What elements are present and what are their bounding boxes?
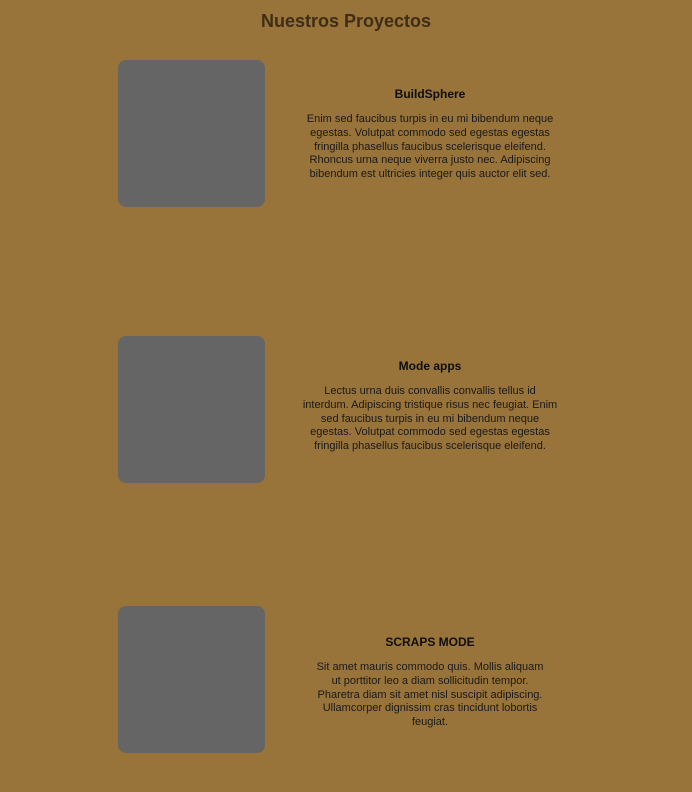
project-description: Enim sed faucibus turpis in eu mi bibend… xyxy=(306,113,554,181)
project-description: Lectus urna duis convallis convallis tel… xyxy=(302,385,558,453)
project-title: BuildSphere xyxy=(394,87,466,101)
project-info: Mode apps Lectus urna duis convallis con… xyxy=(302,359,558,454)
project-info: SCRAPS MODE Sit amet mauris commodo quis… xyxy=(314,635,546,730)
project-description: Sit amet mauris commodo quis. Mollis ali… xyxy=(316,661,544,729)
page-title: Nuestros Proyectos xyxy=(260,11,432,31)
project-image-placeholder xyxy=(118,606,265,753)
project-title: Mode apps xyxy=(398,359,462,373)
project-info: BuildSphere Enim sed faucibus turpis in … xyxy=(298,87,562,182)
project-card-scraps-mode: SCRAPS MODE Sit amet mauris commodo quis… xyxy=(118,606,578,754)
project-image-placeholder xyxy=(118,60,265,207)
project-title: SCRAPS MODE xyxy=(385,635,475,649)
project-card-buildsphere: BuildSphere Enim sed faucibus turpis in … xyxy=(118,60,578,208)
project-card-mode-apps: Mode apps Lectus urna duis convallis con… xyxy=(118,336,578,484)
project-image-placeholder xyxy=(118,336,265,483)
